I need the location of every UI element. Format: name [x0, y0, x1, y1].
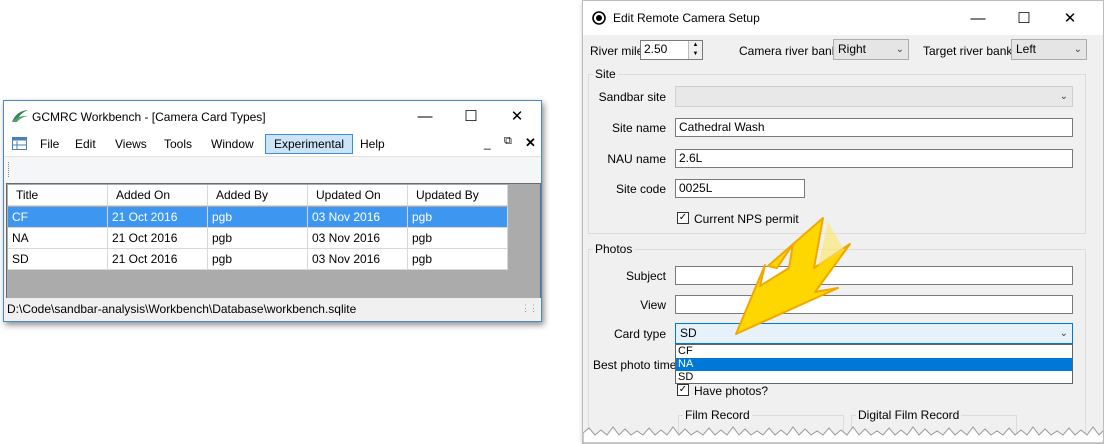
toolbar-grip[interactable]	[8, 162, 11, 177]
card-option-na[interactable]: NA	[676, 358, 1072, 371]
card-option-cf[interactable]: CF	[676, 345, 1072, 358]
site-name-label: Site name	[611, 121, 666, 135]
dialog-minimize-button[interactable]: —	[955, 3, 1001, 33]
cell-added-on[interactable]: 21 Oct 2016	[108, 207, 208, 228]
camera-bank-select[interactable]: Right ⌄	[833, 39, 909, 60]
workbench-window: GCMRC Workbench - [Camera Card Types] — …	[3, 100, 542, 322]
cell-updated-by[interactable]: pgb	[408, 207, 508, 228]
column-header-added-by[interactable]: Added By	[208, 185, 308, 206]
app-logo-icon	[12, 110, 28, 122]
close-button[interactable]: ✕	[494, 101, 540, 131]
digital-film-label: Digital Film Record	[856, 408, 962, 422]
cell-updated-on[interactable]: 03 Nov 2016	[308, 249, 408, 270]
film-record-label: Film Record	[683, 408, 752, 422]
cell-title[interactable]: CF	[8, 207, 108, 228]
workbench-title: GCMRC Workbench - [Camera Card Types]	[32, 110, 266, 124]
nau-name-label: NAU name	[607, 152, 666, 166]
dialog-maximize-button[interactable]: ☐	[1001, 3, 1047, 33]
nau-name-input[interactable]: 2.6L	[675, 149, 1073, 168]
menu-window[interactable]: Window	[203, 135, 262, 153]
menu-help[interactable]: Help	[352, 135, 393, 153]
card-option-sd[interactable]: SD	[676, 371, 1072, 384]
chevron-down-icon: ⌄	[1059, 91, 1068, 102]
menu-tools[interactable]: Tools	[156, 135, 200, 153]
river-mile-label: River mile	[590, 44, 644, 58]
camera-bank-label: Camera river bank	[739, 44, 838, 58]
card-types-grid: Title Added On Added By Updated On Updated B…	[6, 183, 541, 299]
have-photos-label: Have photos?	[694, 384, 769, 398]
sandbar-site-label: Sandbar site	[598, 90, 666, 104]
card-type-dropdown: CF NA SD	[675, 344, 1073, 384]
chevron-down-icon: ⌄	[1059, 328, 1068, 339]
mdi-child-icon[interactable]	[12, 137, 28, 151]
child-restore-icon[interactable]: ⧉	[504, 135, 512, 148]
menubar: File Edit Views Tools Window Experimenta…	[4, 132, 541, 156]
site-name-input[interactable]: Cathedral Wash	[675, 118, 1073, 137]
resize-grip-icon[interactable]: ⋮⋮	[521, 303, 538, 314]
torn-edge	[583, 426, 1103, 443]
menu-file[interactable]: File	[32, 135, 67, 153]
cell-updated-by[interactable]: pgb	[408, 249, 508, 270]
arrow-annotation-icon	[735, 217, 851, 335]
chevron-down-icon: ⌄	[1073, 44, 1082, 55]
column-header-updated-by[interactable]: Updated By	[408, 185, 508, 206]
maximize-button[interactable]: ☐	[448, 101, 494, 131]
photos-group-label: Photos	[593, 242, 635, 256]
grid-body: Title Added On Added By Updated On Updated B…	[8, 185, 508, 271]
river-mile-input[interactable]: 2.50 ▲ ▼	[640, 40, 703, 60]
menu-edit[interactable]: Edit	[67, 135, 104, 153]
column-header-title[interactable]: Title	[8, 185, 108, 206]
target-bank-select[interactable]: Left ⌄	[1011, 39, 1087, 60]
site-group-label: Site	[593, 67, 618, 81]
sandbar-site-select[interactable]: ⌄	[675, 86, 1073, 107]
statusbar: D:\Code\sandbar-analysis\Workbench\Datab…	[4, 298, 541, 321]
child-minimize-icon[interactable]: _	[484, 136, 491, 150]
subject-label: Subject	[625, 269, 666, 283]
dialog-title: Edit Remote Camera Setup	[613, 11, 760, 25]
cell-added-by[interactable]: pgb	[208, 228, 308, 249]
minimize-button[interactable]: —	[402, 101, 448, 131]
card-type-label: Card type	[613, 327, 666, 341]
site-code-input[interactable]: 0025L	[675, 179, 805, 198]
menu-views[interactable]: Views	[107, 135, 155, 153]
have-photos-checkbox[interactable]: ✓	[677, 384, 689, 396]
cell-added-on[interactable]: 21 Oct 2016	[108, 249, 208, 270]
chevron-down-icon: ⌄	[895, 44, 904, 55]
workbench-titlebar[interactable]: GCMRC Workbench - [Camera Card Types] — …	[4, 101, 541, 132]
column-header-added-on[interactable]: Added On	[108, 185, 208, 206]
cell-updated-on[interactable]: 03 Nov 2016	[308, 228, 408, 249]
cell-title[interactable]: SD	[8, 249, 108, 270]
status-path: D:\Code\sandbar-analysis\Workbench\Datab…	[7, 302, 357, 316]
best-photo-label: Best photo time	[593, 358, 677, 372]
river-mile-spinner[interactable]: ▲ ▼	[688, 41, 702, 59]
menu-experimental[interactable]: Experimental	[265, 134, 354, 154]
site-code-label: Site code	[615, 182, 666, 196]
cell-title[interactable]: NA	[8, 228, 108, 249]
dialog-titlebar[interactable]: Edit Remote Camera Setup — ☐ ✕	[583, 1, 1103, 35]
camera-icon	[592, 11, 606, 25]
nps-permit-checkbox[interactable]: ✓	[677, 212, 689, 224]
view-label: View	[640, 298, 666, 312]
column-header-updated-on[interactable]: Updated On	[308, 185, 408, 206]
child-close-icon[interactable]: ✕	[525, 135, 536, 151]
cell-added-by[interactable]: pgb	[208, 249, 308, 270]
toolbar	[4, 156, 541, 183]
cell-added-on[interactable]: 21 Oct 2016	[108, 228, 208, 249]
dialog-close-button[interactable]: ✕	[1047, 3, 1093, 33]
target-bank-label: Target river bank	[923, 44, 1013, 58]
cell-added-by[interactable]: pgb	[208, 207, 308, 228]
cell-updated-by[interactable]: pgb	[408, 228, 508, 249]
cell-updated-on[interactable]: 03 Nov 2016	[308, 207, 408, 228]
